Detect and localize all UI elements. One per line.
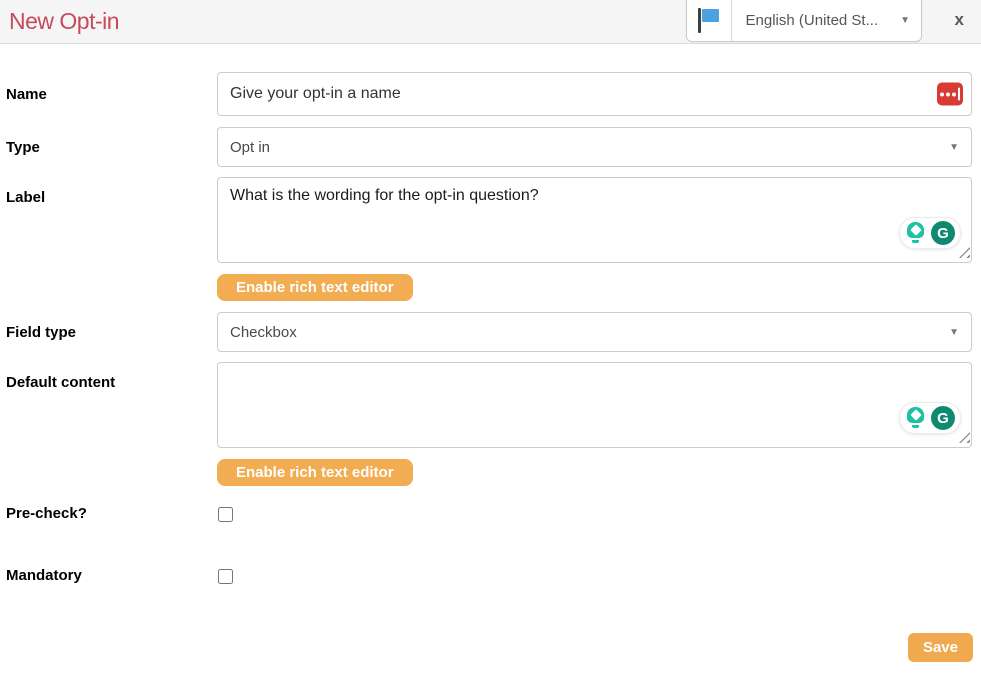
spacer xyxy=(6,274,217,301)
label-row: Label What is the wording for the opt-in… xyxy=(6,177,972,263)
flag-cloth xyxy=(702,9,719,22)
type-control: Opt in ▼ xyxy=(217,127,972,167)
flag-pole xyxy=(698,8,701,33)
default-content-textarea[interactable] xyxy=(217,362,972,448)
pre-check-row: Pre-check? xyxy=(6,505,972,527)
language-dropdown[interactable]: English (United St... ▼ xyxy=(732,0,921,41)
close-icon[interactable]: x xyxy=(955,11,964,28)
grammarly-widget[interactable]: G xyxy=(899,402,961,434)
default-content-row: Default content G xyxy=(6,362,972,448)
label-textarea[interactable]: What is the wording for the opt-in quest… xyxy=(217,177,972,263)
default-content-control: G xyxy=(217,362,972,448)
mandatory-checkbox[interactable] xyxy=(218,569,233,584)
type-select-value: Opt in xyxy=(230,139,270,156)
label-rich-text-row: Enable rich text editor xyxy=(6,274,972,301)
field-type-control: Checkbox ▼ xyxy=(217,312,972,352)
grammarly-suggestion-icon[interactable] xyxy=(905,407,926,429)
field-type-select-value: Checkbox xyxy=(230,324,297,341)
grammarly-widget[interactable]: G xyxy=(899,217,961,249)
chevron-down-icon: ▼ xyxy=(949,142,959,153)
label-label: Label xyxy=(6,177,217,206)
language-selector[interactable]: English (United St... ▼ xyxy=(686,0,922,42)
lastpass-icon[interactable] xyxy=(937,83,963,106)
type-select[interactable]: Opt in ▼ xyxy=(217,127,972,167)
name-row: Name xyxy=(6,72,972,116)
flag-icon xyxy=(697,7,720,34)
grammarly-suggestion-icon[interactable] xyxy=(905,222,926,244)
name-control xyxy=(217,72,972,116)
type-row: Type Opt in ▼ xyxy=(6,127,972,167)
name-label: Name xyxy=(6,86,217,103)
default-content-label: Default content xyxy=(6,362,217,391)
default-rich-text-row: Enable rich text editor xyxy=(6,459,972,486)
language-value: English (United St... xyxy=(746,12,879,29)
mandatory-row: Mandatory xyxy=(6,567,972,589)
flag-button[interactable] xyxy=(687,0,732,41)
lastpass-bar xyxy=(958,88,960,101)
name-input[interactable] xyxy=(217,72,972,116)
field-type-row: Field type Checkbox ▼ xyxy=(6,312,972,352)
grammarly-logo-icon[interactable]: G xyxy=(931,221,955,245)
save-button[interactable]: Save xyxy=(908,633,973,662)
enable-rich-text-button[interactable]: Enable rich text editor xyxy=(217,274,413,301)
pre-check-checkbox[interactable] xyxy=(218,507,233,522)
dialog-header: New Opt-in English (United St... ▼ x xyxy=(0,0,981,44)
field-type-label: Field type xyxy=(6,324,217,341)
label-control: What is the wording for the opt-in quest… xyxy=(217,177,972,263)
enable-rich-text-button[interactable]: Enable rich text editor xyxy=(217,459,413,486)
lastpass-dots xyxy=(940,92,956,96)
type-label: Type xyxy=(6,139,217,156)
mandatory-label: Mandatory xyxy=(6,567,217,584)
spacer xyxy=(6,459,217,486)
chevron-down-icon: ▼ xyxy=(900,15,910,26)
dialog-title: New Opt-in xyxy=(0,8,119,35)
pre-check-label: Pre-check? xyxy=(6,505,217,522)
chevron-down-icon: ▼ xyxy=(949,327,959,338)
field-type-select[interactable]: Checkbox ▼ xyxy=(217,312,972,352)
opt-in-form: Name Type Opt in ▼ Label What is the wor… xyxy=(0,44,981,589)
grammarly-logo-icon[interactable]: G xyxy=(931,406,955,430)
